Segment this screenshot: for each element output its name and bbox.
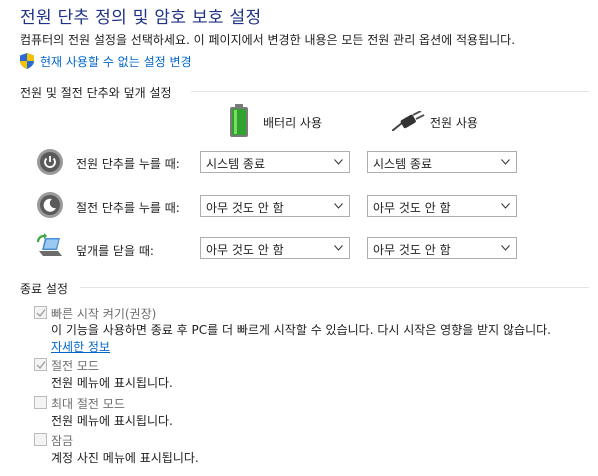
selected-value: 아무 것도 안 함 xyxy=(206,243,284,257)
battery-icon xyxy=(230,104,248,137)
fast-startup-checkbox[interactable] xyxy=(34,306,47,319)
lock-checkbox[interactable] xyxy=(34,433,47,446)
sleep-button-icon xyxy=(37,192,63,218)
sleep-option-label: 절전 모드 xyxy=(51,359,99,373)
plugged-in-column-label: 전원 사용 xyxy=(430,116,478,130)
sleep-option-description: 전원 메뉴에 표시됩니다. xyxy=(51,376,173,390)
chevron-down-icon xyxy=(501,203,510,209)
power-plug-icon xyxy=(392,111,425,131)
chevron-down-icon xyxy=(501,159,510,165)
lock-option-label: 잠금 xyxy=(51,434,74,448)
lid-close-plugged-select[interactable]: 아무 것도 안 함 xyxy=(367,237,517,259)
laptop-lid-icon xyxy=(36,233,62,256)
checkmark-icon xyxy=(36,361,46,370)
fast-startup-label: 빠른 시작 켜기(권장) xyxy=(51,307,157,321)
hibernate-option-description: 전원 메뉴에 표시됩니다. xyxy=(51,414,173,428)
section-divider xyxy=(80,287,589,288)
shutdown-section-heading: 종료 설정 xyxy=(20,282,68,296)
hibernate-checkbox[interactable] xyxy=(34,396,47,409)
power-button-battery-select[interactable]: 시스템 종료 xyxy=(200,151,350,173)
sleep-button-battery-select[interactable]: 아무 것도 안 함 xyxy=(200,195,350,217)
learn-more-link[interactable]: 자세한 정보 xyxy=(51,338,110,355)
intro-text: 컴퓨터의 전원 설정을 선택하세요. 이 페이지에서 변경한 내용은 모든 전원… xyxy=(20,33,516,47)
power-buttons-section-heading: 전원 및 절전 단추와 덮개 설정 xyxy=(20,86,172,100)
fast-startup-description: 이 기능을 사용하면 종료 후 PC를 더 빠르게 시작할 수 있습니다. 다시… xyxy=(51,323,551,337)
change-unavailable-settings-link[interactable]: 현재 사용할 수 없는 설정 변경 xyxy=(40,53,192,70)
lock-option-description: 계정 사진 메뉴에 표시됩니다. xyxy=(51,451,199,465)
chevron-down-icon xyxy=(334,245,343,251)
sleep-button-label: 절전 단추를 누를 때: xyxy=(76,201,180,215)
chevron-down-icon xyxy=(501,245,510,251)
page-title: 전원 단추 정의 및 암호 보호 설정 xyxy=(20,8,262,28)
power-button-label: 전원 단추를 누를 때: xyxy=(76,157,180,171)
selected-value: 아무 것도 안 함 xyxy=(206,201,284,215)
section-divider xyxy=(191,91,589,92)
sleep-checkbox[interactable] xyxy=(34,358,47,371)
chevron-down-icon xyxy=(334,159,343,165)
lid-close-label: 덮개를 닫을 때: xyxy=(76,244,154,258)
lid-close-battery-select[interactable]: 아무 것도 안 함 xyxy=(200,237,350,259)
chevron-down-icon xyxy=(334,203,343,209)
power-button-plugged-select[interactable]: 시스템 종료 xyxy=(367,151,517,173)
uac-shield-icon xyxy=(20,53,34,69)
hibernate-option-label: 최대 절전 모드 xyxy=(51,397,125,411)
power-button-icon xyxy=(37,149,63,175)
sleep-button-plugged-select[interactable]: 아무 것도 안 함 xyxy=(367,195,517,217)
battery-column-label: 배터리 사용 xyxy=(263,116,323,130)
checkmark-icon xyxy=(36,309,46,318)
selected-value: 아무 것도 안 함 xyxy=(373,201,451,215)
selected-value: 시스템 종료 xyxy=(373,157,433,171)
selected-value: 시스템 종료 xyxy=(206,157,266,171)
selected-value: 아무 것도 안 함 xyxy=(373,243,451,257)
